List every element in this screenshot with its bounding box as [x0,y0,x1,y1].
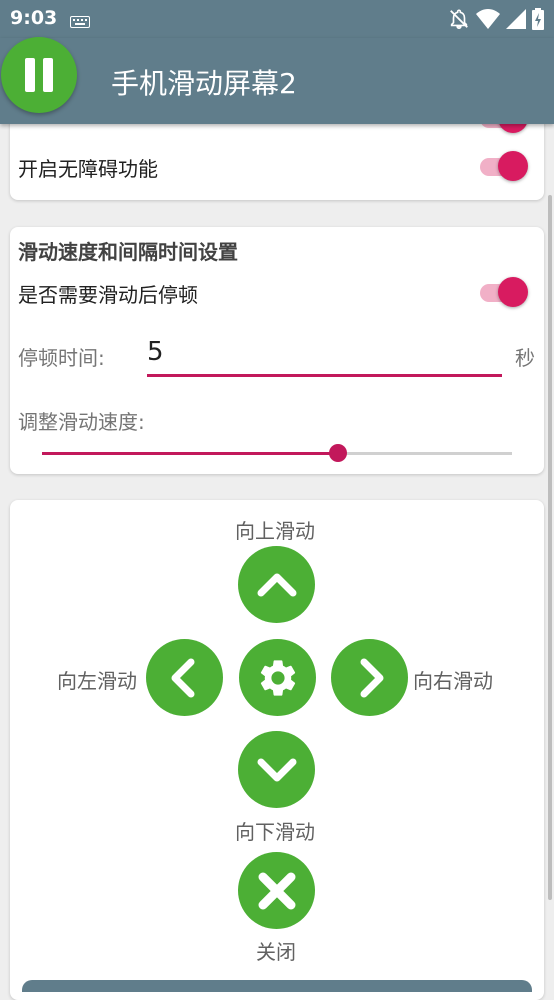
pause-time-unit: 秒 [515,346,535,370]
accessibility-toggle[interactable] [476,148,532,182]
keyboard-icon [70,13,90,32]
settings-button[interactable] [239,639,316,716]
swipe-left-button[interactable] [146,639,223,716]
pause-time-input[interactable]: 5 [147,337,164,367]
pause-after-swipe-toggle[interactable] [476,274,532,308]
pause-time-underline [147,374,502,377]
gear-icon [260,659,295,696]
page-title: 手机滑动屏幕2 [111,67,297,100]
accessibility-label: 开启无障碍功能 [18,157,158,181]
pause-button[interactable] [1,37,77,113]
close-label: 关闭 [256,940,296,964]
pause-after-swipe-label: 是否需要滑动后停顿 [18,283,198,307]
speed-slider-thumb[interactable] [329,444,347,462]
chevron-up-icon [257,573,296,596]
chevron-down-icon [257,758,296,781]
swipe-up-label: 向上滑动 [235,519,315,543]
swipe-controls-card: 向上滑动 向左滑动 向右滑动 向下滑动 关闭 [10,500,544,1000]
status-bar: 9:03 [0,0,554,38]
swipe-down-label: 向下滑动 [235,820,315,844]
chevron-right-icon [360,658,383,697]
swipe-left-label: 向左滑动 [57,669,137,693]
battery-charging-icon [532,8,544,34]
speed-settings-card: 滑动速度和间隔时间设置 是否需要滑动后停顿 停顿时间: 5 秒 调整滑动速度: [10,227,544,474]
close-icon [258,872,295,909]
speed-slider[interactable] [42,442,512,464]
section-title: 滑动速度和间隔时间设置 [18,240,238,264]
pause-icon [25,58,53,92]
swipe-right-button[interactable] [331,639,408,716]
app-bar: 手机滑动屏幕2 [0,38,554,124]
chevron-left-icon [171,658,194,697]
bottom-panel-edge [22,980,532,992]
pause-time-label: 停顿时间: [18,346,105,370]
swipe-right-label: 向右滑动 [413,669,493,693]
swipe-up-button[interactable] [238,546,315,623]
close-button[interactable] [238,852,315,929]
speed-label: 调整滑动速度: [18,410,145,434]
status-time: 9:03 [10,7,58,29]
signal-icon [506,9,526,33]
scrollbar[interactable] [548,195,552,900]
notifications-off-icon [448,8,470,34]
swipe-down-button[interactable] [238,731,315,808]
wifi-icon [476,9,500,33]
